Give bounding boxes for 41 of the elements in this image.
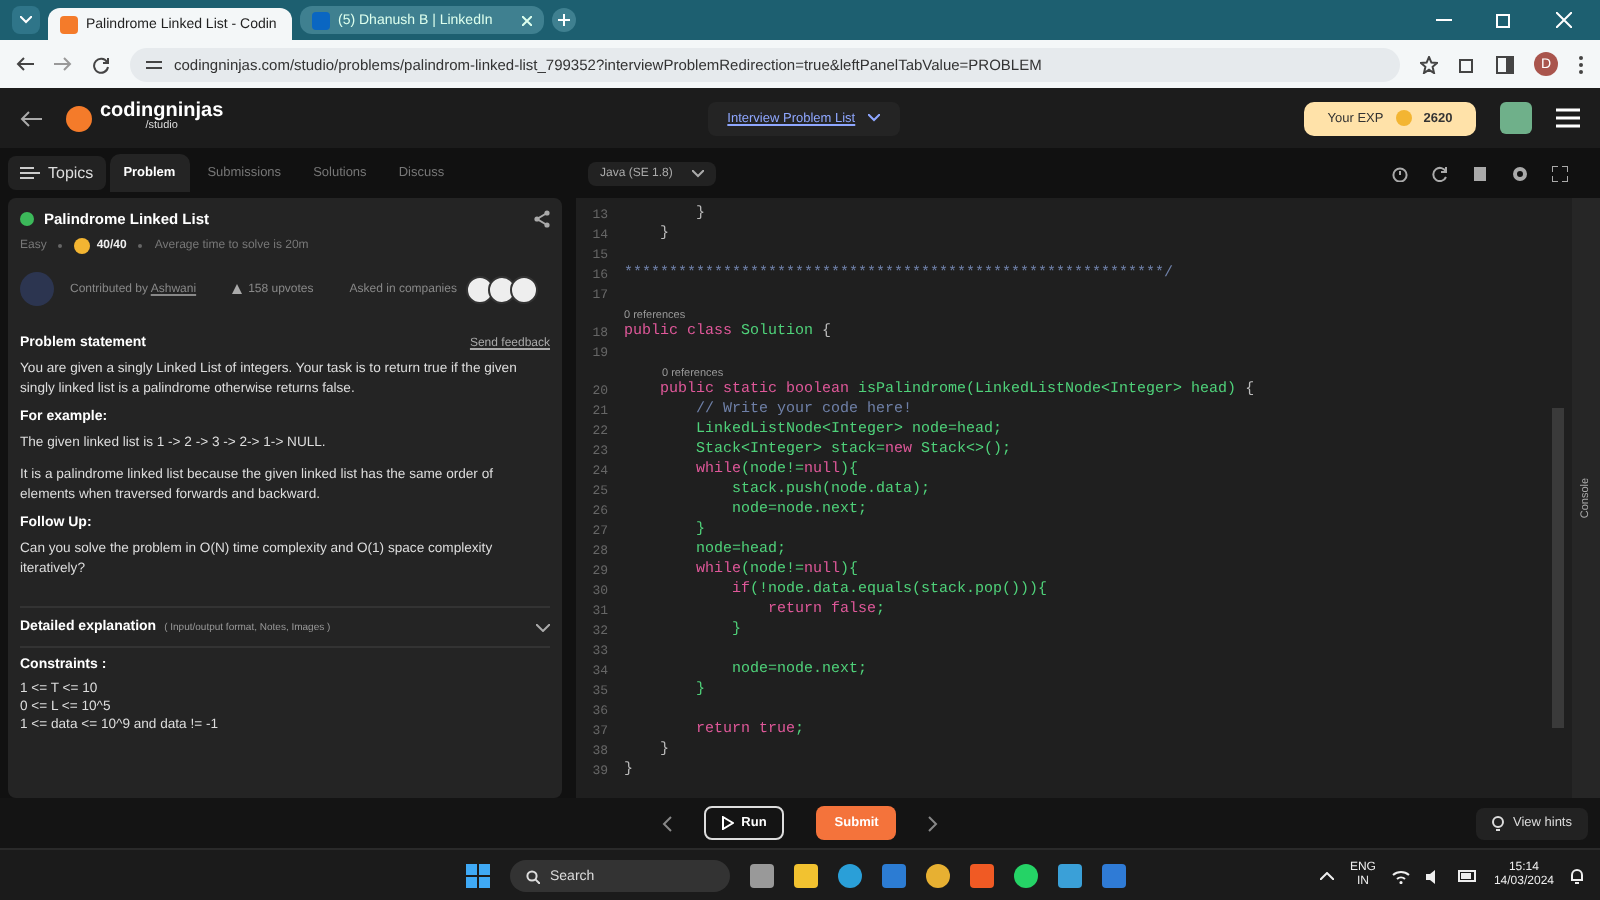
timer-icon[interactable] <box>1392 165 1408 181</box>
menu-icon[interactable] <box>1556 108 1580 128</box>
search-icon <box>526 869 540 883</box>
chevron-icon[interactable] <box>536 623 550 632</box>
share-icon[interactable] <box>534 210 550 228</box>
close-icon[interactable] <box>522 15 532 25</box>
upvote-icon <box>232 284 243 294</box>
favicon-icon <box>312 11 330 29</box>
scrollbar[interactable] <box>1552 408 1564 728</box>
reload-icon[interactable] <box>92 55 110 73</box>
menu-icon <box>20 166 40 180</box>
chevron-icon <box>867 114 880 122</box>
play-icon <box>721 816 734 830</box>
avatar-icon[interactable] <box>1500 102 1532 134</box>
previous-icon[interactable] <box>661 815 672 831</box>
windows-icon[interactable] <box>466 864 490 888</box>
forward-icon[interactable] <box>54 56 72 72</box>
topics-button[interactable]: Topics <box>8 156 106 190</box>
plus-icon <box>558 14 570 26</box>
back-icon[interactable] <box>20 109 42 127</box>
new-tab-button[interactable] <box>552 8 576 32</box>
company-logos-drawing <box>472 275 539 303</box>
tab-list-button[interactable] <box>12 6 40 34</box>
logo-text: codingninjas <box>100 102 224 123</box>
restore-icon[interactable] <box>1496 12 1512 28</box>
chevron-icon <box>692 169 705 177</box>
back-icon[interactable] <box>16 56 34 72</box>
reset-icon[interactable] <box>1432 165 1448 181</box>
bell-icon[interactable] <box>1570 868 1584 884</box>
favicon-icon <box>60 15 78 33</box>
star-icon[interactable] <box>1420 55 1438 73</box>
chevron-icon <box>20 16 32 24</box>
more-icon[interactable] <box>1578 55 1584 73</box>
next-icon[interactable] <box>928 815 939 831</box>
logo-icon <box>66 105 92 131</box>
sidebar-icon[interactable] <box>1496 55 1514 73</box>
lightbulb-icon <box>1492 815 1505 831</box>
battery-icon[interactable] <box>1457 870 1478 882</box>
contributor-avatar <box>20 272 54 306</box>
wifi-icon[interactable] <box>1391 869 1410 883</box>
fullscreen-icon[interactable] <box>1552 165 1568 181</box>
